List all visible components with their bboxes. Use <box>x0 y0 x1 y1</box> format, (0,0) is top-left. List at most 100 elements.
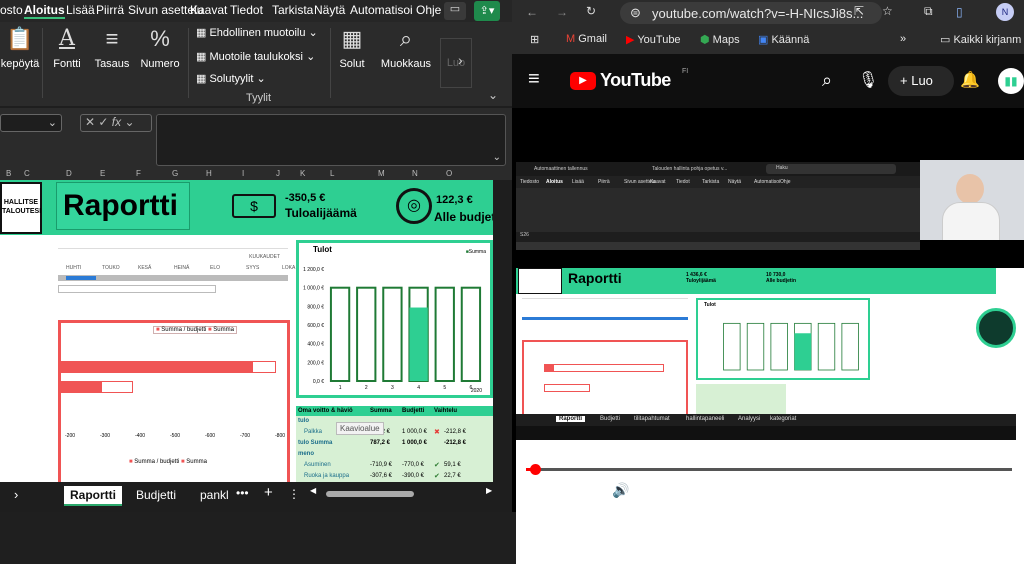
profit-loss-table[interactable]: Oma voitto & häviö Summa Budjetti Vaihtelu t… <box>296 406 493 482</box>
column-header[interactable]: D <box>66 169 72 178</box>
tab-help[interactable]: Ohje <box>416 3 441 17</box>
volume-icon[interactable]: 🔊 <box>612 482 629 499</box>
column-header[interactable]: G <box>172 169 178 178</box>
back-icon[interactable]: ← <box>526 5 538 19</box>
cell-styles-button[interactable]: ▦ Solutyylit ⌄ <box>196 72 266 85</box>
create-button[interactable]: + Luo <box>888 66 954 96</box>
column-header[interactable]: O <box>446 169 452 178</box>
fullscreen-icon[interactable]: ⛶ <box>996 482 1005 498</box>
options-icon[interactable]: ⋮ <box>288 487 300 501</box>
tab-draw[interactable]: Piirrä <box>96 3 124 17</box>
tab-automate[interactable]: Automatisoi <box>350 3 413 17</box>
name-box[interactable]: ⌄ <box>0 114 62 132</box>
table-row[interactable]: tulo <box>296 416 493 427</box>
column-header[interactable]: B <box>6 169 11 178</box>
worksheet-grid[interactable]: HALLITSE TALOUTESI Raportti $ -350,5 € T… <box>0 180 493 482</box>
share-button[interactable]: ⇪▾ <box>474 1 500 21</box>
month-label[interactable]: ELO <box>210 265 220 271</box>
table-row[interactable]: Asuminen -710,9 € -770,0 € 59,1 € ✔ <box>296 460 493 471</box>
column-header[interactable]: J <box>276 169 280 178</box>
profile-icon[interactable]: ▯ <box>956 5 963 19</box>
avatar[interactable]: N <box>996 3 1014 21</box>
formula-input[interactable]: ⌄ <box>156 114 506 166</box>
column-header[interactable]: L <box>330 169 334 178</box>
subtitles-icon[interactable]: ▤ <box>838 482 850 498</box>
chevron-right-icon[interactable]: › <box>458 52 482 68</box>
scroll-left-icon[interactable]: ◀ <box>310 486 316 495</box>
bar[interactable] <box>409 307 428 381</box>
sheet-tab[interactable]: Raportti <box>64 486 122 506</box>
extensions-icon[interactable]: ⧉ <box>924 4 933 19</box>
timeline-slicer[interactable]: KUUKAUDET HUHTI TOUKO KESÄ HEINÄ ELO SYYS LOKA <box>58 248 295 304</box>
bookmark-maps[interactable]: ⬢ Maps <box>700 33 740 46</box>
youtube-logo-icon[interactable]: ▶ <box>570 72 596 90</box>
budget-chart[interactable]: ■ Summa / budjetti ■ Summa -200 -300 -400-… <box>58 320 290 482</box>
all-bookmarks-folder[interactable]: ▭ Kaikki kirjanm <box>940 33 1024 46</box>
column-header[interactable]: H <box>206 169 212 178</box>
confirm-icon[interactable]: ✓ <box>98 115 111 129</box>
insert-function-button[interactable]: fx <box>112 115 121 129</box>
miniplayer-icon[interactable]: ⧉ <box>918 482 927 498</box>
column-header[interactable]: I <box>242 169 244 178</box>
microphone-icon[interactable]: 🎙 <box>858 70 878 90</box>
table-row[interactable]: tulo Summa 787,2 € 1 000,0 € -212,8 € <box>296 438 493 449</box>
autoplay-toggle[interactable]: ⏸ <box>788 482 795 499</box>
reload-icon[interactable]: ↻ <box>586 4 596 18</box>
income-chart[interactable]: Tulot ■Summa 0,0 € 200,0 € 400,0 € 600,0 € 8… <box>296 240 493 398</box>
month-label[interactable]: HUHTI <box>66 265 81 271</box>
bookmark-translate[interactable]: ▣ Käännä <box>758 33 809 46</box>
column-header[interactable]: F <box>136 169 141 178</box>
progress-scrubber[interactable] <box>530 464 542 475</box>
cancel-icon[interactable]: ✕ <box>85 115 98 129</box>
star-icon[interactable]: ☆ <box>882 4 893 18</box>
apps-icon[interactable]: ⊞ <box>530 33 539 46</box>
chevron-right-icon[interactable]: › <box>14 487 18 502</box>
month-label[interactable]: LOKA <box>282 265 295 271</box>
paste-group[interactable]: 📋 kepöytä <box>0 26 40 70</box>
month-label[interactable]: KESÄ <box>138 265 151 271</box>
bookmark-youtube[interactable]: ▶ YouTube <box>626 33 681 46</box>
tab-file[interactable]: osto <box>0 3 23 17</box>
search-icon[interactable]: ⌕ <box>822 70 832 91</box>
editing-group[interactable]: ⌕ Muokkaus <box>378 26 434 70</box>
comment-icon[interactable]: ▭ <box>444 2 466 20</box>
column-header[interactable]: C <box>24 169 30 178</box>
youtube-logo-text[interactable]: YouTube <box>600 70 671 91</box>
month-label[interactable]: HEINÄ <box>174 265 189 271</box>
font-group[interactable]: A Fontti <box>46 26 88 70</box>
actual-bar[interactable] <box>61 381 102 393</box>
month-label[interactable]: TOUKO <box>102 265 120 271</box>
progress-track[interactable] <box>526 464 1012 475</box>
sheet-tab[interactable]: Budjetti <box>130 486 182 504</box>
actual-bar[interactable] <box>61 361 254 373</box>
forward-icon[interactable]: → <box>556 5 568 19</box>
chevron-down-icon[interactable]: ⌄ <box>482 88 504 104</box>
alignment-group[interactable]: ≡ Tasaus <box>92 26 132 70</box>
column-header[interactable]: N <box>412 169 418 178</box>
site-info-icon[interactable]: ⊜ <box>630 5 641 21</box>
menu-icon[interactable]: ≡ <box>528 68 540 91</box>
bell-icon[interactable]: 🔔 <box>960 70 980 90</box>
sheet-tab[interactable]: pankl <box>194 486 235 504</box>
table-row[interactable]: meno <box>296 449 493 460</box>
bookmark-gmail[interactable]: M Gmail <box>566 33 607 45</box>
vertical-scrollbar[interactable] <box>493 180 512 482</box>
url-bar[interactable]: ⊜ youtube.com/watch?v=-H-NIcsJi8s... <box>620 2 882 24</box>
play-icon[interactable]: ▶ <box>534 482 546 502</box>
more-icon[interactable]: ••• <box>236 486 249 500</box>
tab-review[interactable]: Tarkista <box>272 3 313 17</box>
add-sheet-button[interactable]: + <box>264 484 273 501</box>
format-as-table-button[interactable]: ▦ Muotoile taulukoksi ⌄ <box>196 50 315 63</box>
video-player[interactable]: Automaattinen tallennus Talouden hallint… <box>512 108 1024 564</box>
timeline-scrollbar[interactable] <box>58 285 216 293</box>
number-group[interactable]: % Numero <box>138 26 182 70</box>
tab-home[interactable]: Aloitus <box>24 3 65 19</box>
tab-insert[interactable]: Lisää <box>66 3 95 17</box>
tab-formulas[interactable]: Kaavat <box>190 3 227 17</box>
column-header[interactable]: K <box>300 169 305 178</box>
month-label[interactable]: SYYS <box>246 265 259 271</box>
more-bookmarks-icon[interactable]: » <box>900 33 906 45</box>
share-icon[interactable]: ⇱ <box>854 4 864 18</box>
scroll-right-icon[interactable]: ▶ <box>486 486 492 495</box>
settings-icon[interactable]: ⚙ <box>878 482 890 498</box>
